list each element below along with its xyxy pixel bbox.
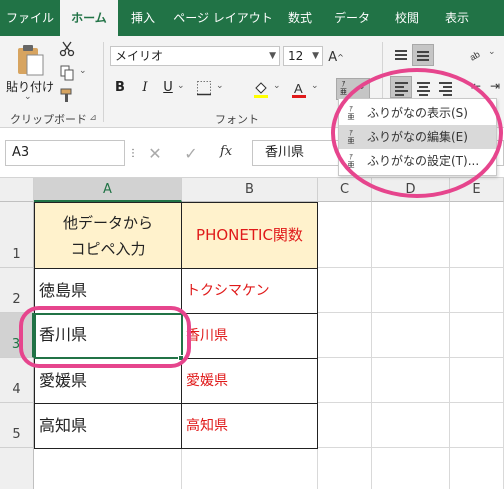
fill-color-icon[interactable] (250, 78, 272, 100)
font-name-value: メイリオ (115, 49, 164, 63)
annotation-highlight-cell (19, 306, 191, 368)
cell-d6[interactable] (372, 448, 450, 489)
row-header-2[interactable]: 2 (0, 268, 34, 313)
cell-b3[interactable]: 香川県 (181, 313, 318, 359)
cell-d2[interactable] (372, 268, 450, 313)
orientation-icon[interactable]: ab (466, 44, 486, 64)
cell-d3[interactable] (372, 313, 450, 358)
column-header-b[interactable]: B (182, 178, 318, 202)
borders-icon[interactable] (194, 78, 214, 98)
clipboard-group-label: クリップボード (10, 113, 87, 126)
grow-font-icon[interactable]: A ^ (326, 48, 346, 66)
tab-review[interactable]: 校閲 (382, 0, 432, 36)
format-painter-icon[interactable] (58, 86, 76, 104)
cell-e5[interactable] (450, 403, 504, 448)
cell-d1[interactable] (372, 202, 450, 268)
font-group-label: フォント (215, 113, 259, 126)
cell-c3[interactable] (318, 313, 372, 358)
cell-b6[interactable] (182, 449, 318, 489)
cell-a5[interactable]: 高知県 (34, 403, 182, 449)
cell-d5[interactable] (372, 403, 450, 448)
cell-a6[interactable] (34, 449, 182, 489)
cell-b4[interactable]: 愛媛県 (181, 358, 318, 404)
tab-file[interactable]: ファイル (0, 0, 60, 36)
cell-d4[interactable] (372, 358, 450, 403)
cancel-icon[interactable]: ✕ (144, 142, 166, 164)
font-name-select[interactable]: メイリオ ▼ (110, 46, 280, 66)
tab-formulas[interactable]: 数式 (278, 0, 322, 36)
cell-e2[interactable] (450, 268, 504, 313)
chevron-down-icon: ▼ (312, 51, 319, 61)
name-box[interactable]: A3 (5, 140, 125, 166)
cell-e6[interactable] (450, 448, 504, 489)
tab-insert[interactable]: 挿入 (118, 0, 168, 36)
cell-b1[interactable]: PHONETIC関数 (181, 202, 318, 269)
svg-text:ab: ab (468, 49, 482, 62)
ribbon-tab-bar: ファイル ホーム 挿入 ページ レイアウト 数式 データ 校閲 表示 (0, 0, 504, 36)
tab-data[interactable]: データ (322, 0, 382, 36)
tab-view[interactable]: 表示 (432, 0, 482, 36)
cell-e1[interactable] (450, 202, 504, 268)
cell-b5[interactable]: 高知県 (181, 403, 318, 449)
font-color-dropdown-icon[interactable]: ⌄ (311, 81, 319, 91)
row-header-6[interactable] (0, 448, 34, 489)
copy-dropdown-icon[interactable]: ⌄ (79, 66, 87, 76)
group-divider (103, 42, 104, 122)
cell-c5[interactable] (318, 403, 372, 448)
row-header-1[interactable]: 1 (0, 202, 34, 268)
font-size-value: 12 (288, 49, 304, 63)
clipboard-launcher-icon[interactable]: ⊿ (87, 112, 99, 124)
cell-a1[interactable]: 他データから コピペ入力 (34, 202, 182, 269)
cell-e3[interactable] (450, 313, 504, 358)
orientation-dropdown-icon[interactable]: ⌄ (488, 47, 496, 57)
more-options-icon[interactable]: ⋮ (128, 148, 138, 159)
align-top-button[interactable] (390, 44, 412, 66)
name-box-value: A3 (12, 145, 30, 160)
bold-button[interactable]: B (110, 78, 130, 98)
font-size-select[interactable]: 12 ▼ (283, 46, 323, 66)
phonetic-guide-icon: ｱ亜 (340, 80, 347, 96)
cell-c6[interactable] (318, 448, 372, 489)
column-header-a[interactable]: A (34, 178, 182, 202)
paste-dropdown-icon[interactable]: ⌄ (24, 92, 32, 102)
font-color-icon[interactable]: A (288, 78, 310, 100)
tab-page-layout[interactable]: ページ レイアウト (168, 0, 278, 36)
insert-function-button[interactable]: fx (220, 144, 232, 159)
underline-button[interactable]: U (158, 78, 178, 98)
cell-c1[interactable] (318, 202, 372, 268)
paste-icon[interactable] (12, 42, 48, 78)
cut-icon[interactable] (58, 40, 76, 58)
enter-icon[interactable]: ✓ (180, 142, 202, 164)
align-middle-button[interactable] (412, 44, 434, 66)
copy-icon[interactable] (58, 64, 76, 82)
cell-c2[interactable] (318, 268, 372, 313)
row-header-5[interactable]: 5 (0, 403, 34, 448)
increase-indent-icon[interactable]: ⇥ (486, 76, 504, 96)
annotation-circle-menu (331, 68, 503, 198)
cell-e4[interactable] (450, 358, 504, 403)
underline-dropdown-icon[interactable]: ⌄ (177, 81, 185, 91)
cell-b2[interactable]: トクシマケン (181, 268, 318, 314)
select-all-corner[interactable] (0, 178, 34, 202)
tab-home[interactable]: ホーム (60, 0, 118, 36)
svg-text:A: A (294, 81, 303, 96)
cell-c4[interactable] (318, 358, 372, 403)
fill-color-dropdown-icon[interactable]: ⌄ (273, 81, 281, 91)
chevron-down-icon: ▼ (269, 51, 276, 61)
borders-dropdown-icon[interactable]: ⌄ (216, 81, 224, 91)
italic-button[interactable]: I (135, 78, 155, 98)
formula-content: 香川県 (265, 145, 305, 160)
